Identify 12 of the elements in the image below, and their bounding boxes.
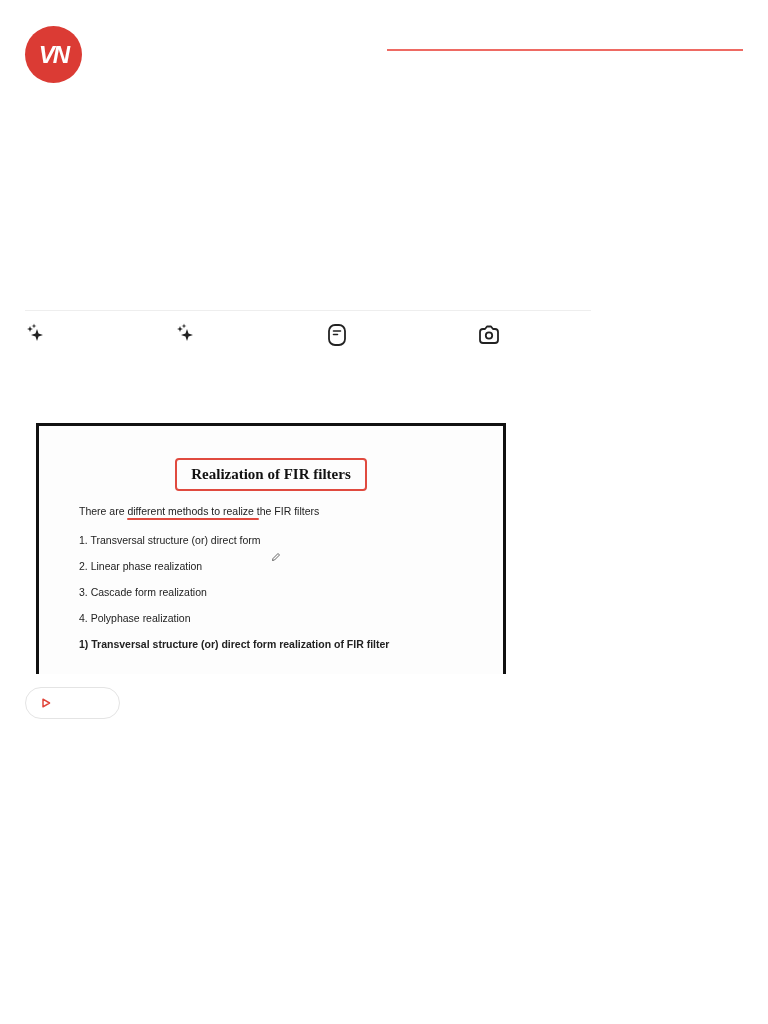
document-text: There are different methods to realize the FIR filters — [79, 505, 321, 517]
list-item: 1. Transversal structure (or) direct form — [79, 534, 262, 546]
document-title: Realization of FIR filters — [175, 458, 367, 491]
pencil-icon — [271, 552, 281, 562]
play-icon — [40, 697, 52, 709]
note-icon[interactable] — [325, 323, 349, 347]
logo[interactable]: VN — [25, 26, 82, 83]
section-heading: 1) Transversal structure (or) direct form realization of FIR filter — [79, 638, 391, 650]
list-item: 2. Linear phase realization — [79, 560, 204, 572]
camera-icon[interactable] — [477, 323, 501, 347]
list-item: 4. Polyphase realization — [79, 612, 192, 624]
list-item: 3. Cascade form realization — [79, 586, 208, 598]
